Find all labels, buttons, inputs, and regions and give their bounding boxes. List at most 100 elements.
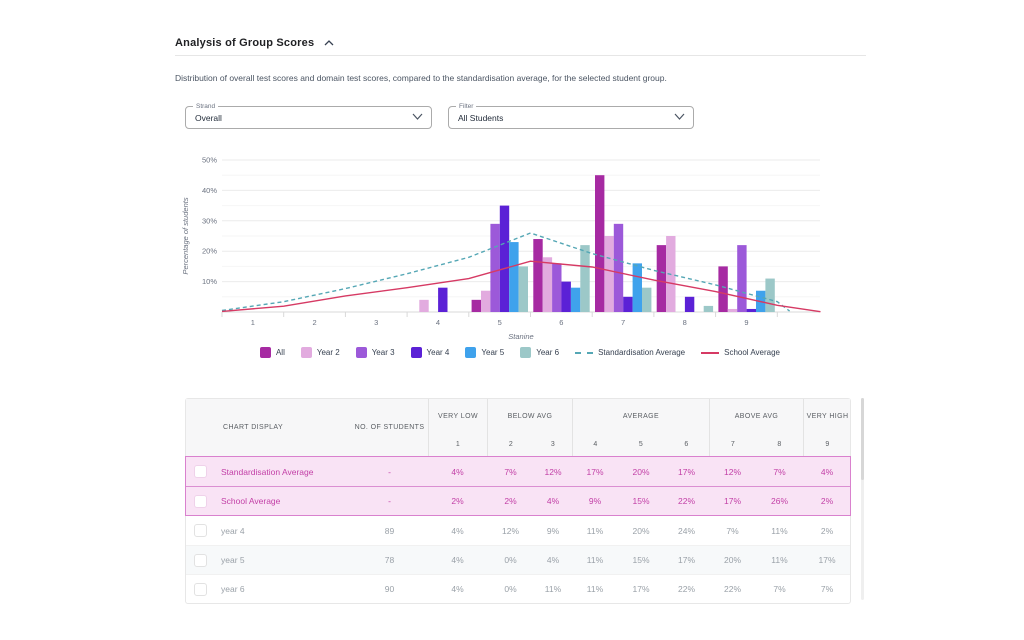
cell-stanine-6: 22% [664,496,709,506]
cell-stanine-3: 12% [534,467,572,477]
table-row-year-6[interactable]: year 6 90 4% 0% 11% 11% 17% 22% 22% 7% 7… [186,574,850,603]
students-count: 78 [351,555,428,565]
legend-swatch-icon [520,347,531,358]
legend-label: Year 2 [317,348,340,357]
scrollbar-thumb[interactable] [861,398,864,480]
col-header-stanine-1: 1 [428,433,487,456]
cell-stanine-3: 9% [534,526,572,536]
table-row-year-5[interactable]: year 5 78 4% 0% 4% 11% 15% 17% 20% 11% 1… [186,545,850,574]
cell-stanine-2: 2% [487,496,534,506]
cell-stanine-9: 17% [803,555,851,565]
cell-stanine-7: 22% [709,584,756,594]
legend-item-all[interactable]: All [260,347,285,358]
svg-text:10%: 10% [202,277,217,286]
table-row-school-average[interactable]: School Average - 2% 2% 4% 9% 15% 22% 17%… [186,486,850,515]
cell-stanine-6: 24% [664,526,709,536]
cell-stanine-9: 7% [803,584,851,594]
strand-dropdown-value: Overall [195,113,222,123]
collapse-section-button[interactable] [322,36,336,50]
svg-text:4: 4 [436,318,440,327]
row-checkbox[interactable] [194,583,207,596]
legend-label: Year 5 [481,348,504,357]
col-header-chart-display: CHART DISPLAY [186,399,351,456]
cell-stanine-7: 20% [709,555,756,565]
row-label: School Average [221,496,280,506]
svg-text:40%: 40% [202,186,217,195]
chevron-down-icon [674,113,685,120]
svg-text:9: 9 [744,318,748,327]
legend-swatch-icon [356,347,367,358]
svg-text:7: 7 [621,318,625,327]
legend-item-school-average[interactable]: School Average [701,348,780,357]
legend-item-year-3[interactable]: Year 3 [356,347,395,358]
cell-stanine-8: 11% [756,526,803,536]
col-header-stanine-6: 6 [664,433,709,456]
legend-label: Year 6 [536,348,559,357]
row-label: year 4 [221,526,245,536]
col-group-average: AVERAGE [572,399,709,433]
row-checkbox[interactable] [194,524,207,537]
col-header-stanine-3: 3 [534,433,572,456]
legend-swatch-icon [411,347,422,358]
col-header-stanine-4: 4 [572,433,618,456]
col-header-stanine-2: 2 [487,433,534,456]
col-header-stanine-9: 9 [803,433,851,456]
cell-stanine-8: 7% [756,584,803,594]
group-scores-chart: 12345678910%20%30%40%50%Percentage of st… [175,153,865,353]
table-scrollbar[interactable] [861,398,864,600]
table-row-year-4[interactable]: year 4 89 4% 12% 9% 11% 20% 24% 7% 11% 2… [186,516,850,545]
col-group-very-low: VERY LOW [428,399,487,433]
row-checkbox[interactable] [194,554,207,567]
cell-stanine-8: 7% [756,467,803,477]
cell-stanine-2: 0% [487,584,534,594]
legend-item-year-5[interactable]: Year 5 [465,347,504,358]
legend-item-year-4[interactable]: Year 4 [411,347,450,358]
cell-stanine-2: 0% [487,555,534,565]
row-checkbox[interactable] [194,465,207,478]
row-label: year 5 [221,555,245,565]
scores-table: CHART DISPLAY NO. OF STUDENTS VERY LOW B… [185,398,851,604]
chevron-down-icon [412,113,423,120]
cell-stanine-1: 2% [428,496,487,506]
section-header: Analysis of Group Scores [175,36,336,50]
row-label: year 6 [221,584,245,594]
legend-swatch-icon [465,347,476,358]
cell-stanine-6: 17% [664,467,709,477]
cell-stanine-1: 4% [428,526,487,536]
page-title: Analysis of Group Scores [175,37,314,49]
cell-stanine-9: 4% [803,467,851,477]
students-count: - [351,467,428,477]
cell-stanine-7: 7% [709,526,756,536]
legend-label: Year 4 [427,348,450,357]
chevron-up-icon [324,40,334,46]
legend-label: Standardisation Average [598,348,685,357]
table-row-standardisation-average[interactable]: Standardisation Average - 4% 7% 12% 17% … [186,457,850,486]
filter-dropdown-label: Filter [456,103,476,110]
cell-stanine-1: 4% [428,467,487,477]
svg-text:8: 8 [683,318,687,327]
svg-text:30%: 30% [202,216,217,225]
cell-stanine-3: 11% [534,584,572,594]
col-header-stanine-7: 7 [709,433,756,456]
cell-stanine-3: 4% [534,496,572,506]
legend-item-standardisation-average[interactable]: Standardisation Average [575,348,685,357]
cell-stanine-1: 4% [428,584,487,594]
strand-dropdown[interactable]: Strand Overall [185,106,432,129]
row-checkbox[interactable] [194,495,207,508]
col-group-very-high: VERY HIGH [803,399,851,433]
students-count: 89 [351,526,428,536]
svg-text:Stanine: Stanine [508,332,533,341]
legend-swatch-icon [301,347,312,358]
cell-stanine-7: 17% [709,496,756,506]
legend-item-year-2[interactable]: Year 2 [301,347,340,358]
legend-label: All [276,348,285,357]
strand-dropdown-label: Strand [193,103,218,110]
legend-item-year-6[interactable]: Year 6 [520,347,559,358]
students-count: - [351,496,428,506]
col-header-stanine-5: 5 [618,433,664,456]
cell-stanine-6: 17% [664,555,709,565]
cell-stanine-4: 11% [572,526,618,536]
cell-stanine-9: 2% [803,526,851,536]
svg-text:Percentage of students: Percentage of students [181,197,190,274]
filter-dropdown[interactable]: Filter All Students [448,106,694,129]
